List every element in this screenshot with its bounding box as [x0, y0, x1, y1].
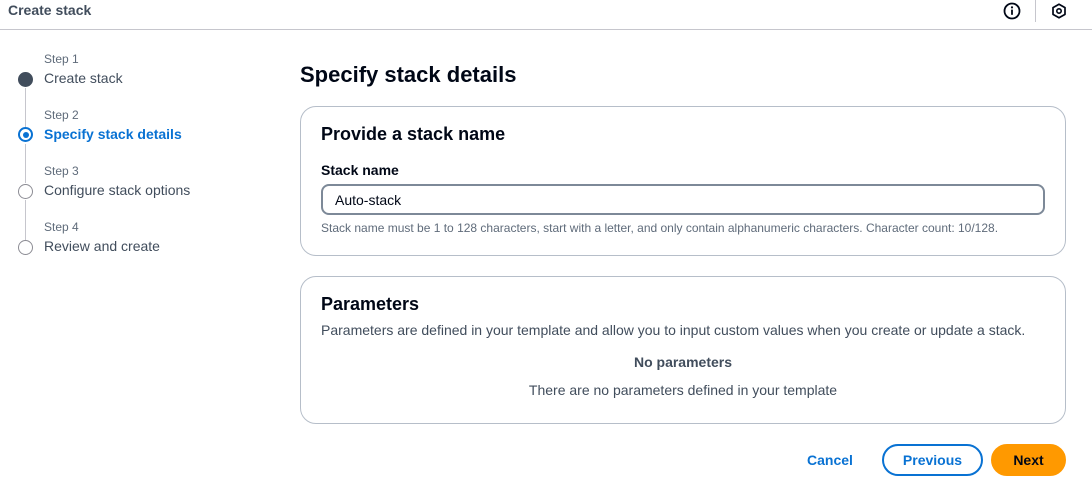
previous-button[interactable]: Previous [882, 444, 983, 476]
empty-state-description: There are no parameters defined in your … [528, 382, 838, 398]
step-label: Configure stack options [44, 182, 191, 198]
page-title: Specify stack details [300, 62, 517, 87]
page-header-title: Create stack [8, 2, 92, 18]
parameters-container: Parameters Parameters are defined in you… [300, 276, 1066, 424]
parameters-header: Parameters [321, 294, 420, 314]
stack-name-input[interactable] [321, 184, 1045, 215]
step-current-icon [18, 127, 33, 142]
stack-name-header: Provide a stack name [321, 124, 506, 144]
stack-name-label: Stack name [321, 162, 399, 178]
step-label: Specify stack details [44, 126, 182, 142]
step-number: Step 3 [44, 164, 79, 178]
step-complete-icon [18, 72, 33, 87]
step-1[interactable]: Step 1 Create stack [16, 50, 276, 106]
stack-name-container: Provide a stack name Stack name Stack na… [300, 106, 1066, 256]
topbar-divider [1035, 0, 1036, 22]
step-number: Step 2 [44, 108, 79, 122]
top-bar: Create stack [0, 0, 1092, 30]
step-label[interactable]: Create stack [44, 70, 123, 86]
step-3: Step 3 Configure stack options [16, 162, 276, 218]
parameters-description: Parameters are defined in your template … [321, 322, 1026, 338]
empty-state-title: No parameters [633, 354, 733, 370]
step-number: Step 4 [44, 220, 79, 234]
step-pending-icon [18, 184, 33, 199]
step-2: Step 2 Specify stack details [16, 106, 276, 162]
step-pending-icon [18, 240, 33, 255]
cancel-button[interactable]: Cancel [796, 444, 864, 476]
step-label: Review and create [44, 238, 160, 254]
hexagon-icon[interactable] [1047, 0, 1071, 22]
step-4: Step 4 Review and create [16, 218, 276, 274]
next-button[interactable]: Next [991, 444, 1066, 476]
step-number: Step 1 [44, 52, 79, 66]
info-icon[interactable] [1000, 0, 1024, 22]
stack-name-constraint: Stack name must be 1 to 128 characters, … [321, 221, 999, 235]
